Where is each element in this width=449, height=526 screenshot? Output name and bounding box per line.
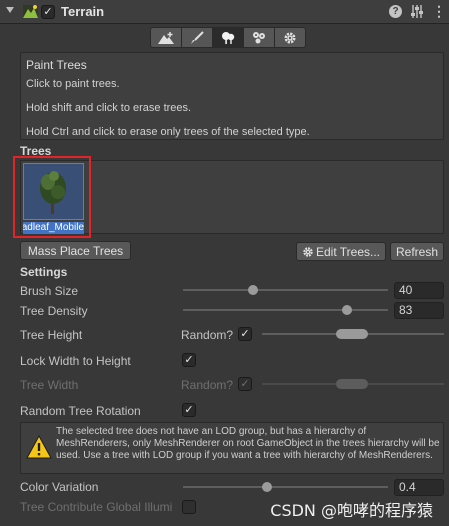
- help-icon[interactable]: ?: [389, 5, 402, 18]
- tool-paint-details[interactable]: [243, 27, 275, 48]
- tree-width-random-checkbox: ✓: [238, 377, 252, 391]
- tree-width-random-label: Random?: [181, 378, 234, 392]
- color-variation-label: Color Variation: [20, 480, 99, 494]
- brush-icon: [191, 30, 204, 44]
- highlight-annotation-box: [13, 156, 91, 238]
- help-line-ctrl: Hold Ctrl and click to erase only trees …: [26, 126, 310, 138]
- lock-width-checkbox[interactable]: ✓: [182, 353, 196, 367]
- context-menu-icon[interactable]: ⋮: [432, 3, 446, 19]
- component-title: Terrain: [61, 4, 105, 19]
- tool-paint-texture[interactable]: [181, 27, 213, 48]
- component-header: ✓ Terrain ? ⋮: [0, 0, 449, 24]
- brush-size-slider-track[interactable]: [183, 289, 388, 291]
- watermark-text: CSDN @咆哮的程序猿: [270, 501, 433, 520]
- terrain-icon: [22, 3, 39, 23]
- gear-icon: [303, 246, 313, 257]
- color-variation-field[interactable]: 0.4: [394, 479, 444, 496]
- gear-icon: [284, 32, 296, 43]
- color-variation-slider-knob[interactable]: [262, 482, 272, 492]
- mass-place-trees-button[interactable]: Mass Place Trees: [20, 241, 131, 260]
- lock-width-label: Lock Width to Height: [20, 354, 131, 368]
- random-rotation-label: Random Tree Rotation: [20, 404, 141, 418]
- warning-icon: [26, 435, 52, 459]
- lod-warning-box: The selected tree does not have an LOD g…: [20, 422, 444, 474]
- tree-width-label: Tree Width: [20, 378, 79, 392]
- global-illumination-label: Tree Contribute Global Illumi: [20, 500, 173, 514]
- tree-height-random-checkbox[interactable]: ✓: [238, 327, 252, 341]
- color-variation-slider-track[interactable]: [183, 486, 388, 488]
- help-line-click: Click to paint trees.: [26, 78, 120, 90]
- help-title: Paint Trees: [26, 58, 87, 72]
- brush-size-field[interactable]: 40: [394, 282, 444, 299]
- tree-density-slider-knob[interactable]: [342, 305, 352, 315]
- tree-density-slider-track[interactable]: [183, 309, 388, 311]
- foldout-arrow-icon[interactable]: [6, 7, 14, 13]
- tool-terrain-settings[interactable]: [274, 27, 306, 48]
- tree-height-range-thumb[interactable]: [336, 329, 368, 339]
- terrain-tool-bar: [150, 27, 308, 48]
- tree-density-label: Tree Density: [20, 304, 88, 318]
- presets-icon[interactable]: [410, 4, 424, 22]
- paint-trees-help-box: Paint Trees Click to paint trees. Hold s…: [20, 52, 444, 140]
- tree-density-field[interactable]: 83: [394, 302, 444, 319]
- component-enabled-checkbox[interactable]: ✓: [41, 5, 55, 19]
- edit-trees-label: Edit Trees...: [315, 244, 381, 259]
- global-illumination-checkbox: [182, 500, 196, 514]
- flowers-icon: [253, 31, 265, 43]
- tree-height-label: Tree Height: [20, 328, 83, 342]
- settings-section-label: Settings: [20, 265, 68, 279]
- tree-icon: [222, 31, 235, 44]
- lod-warning-text: The selected tree does not have an LOD g…: [56, 426, 440, 461]
- tool-paint-trees[interactable]: [212, 27, 244, 48]
- brush-size-slider-knob[interactable]: [248, 285, 258, 295]
- random-rotation-checkbox[interactable]: ✓: [182, 403, 196, 417]
- help-line-shift: Hold shift and click to erase trees.: [26, 102, 192, 114]
- tool-raise-lower[interactable]: [150, 27, 182, 48]
- edit-trees-button[interactable]: Edit Trees...: [296, 242, 386, 261]
- brush-size-label: Brush Size: [20, 284, 79, 298]
- tree-width-range-thumb: [336, 379, 368, 389]
- refresh-button[interactable]: Refresh: [390, 242, 444, 261]
- tree-height-random-label: Random?: [181, 328, 234, 342]
- mountain-icon: [158, 31, 174, 44]
